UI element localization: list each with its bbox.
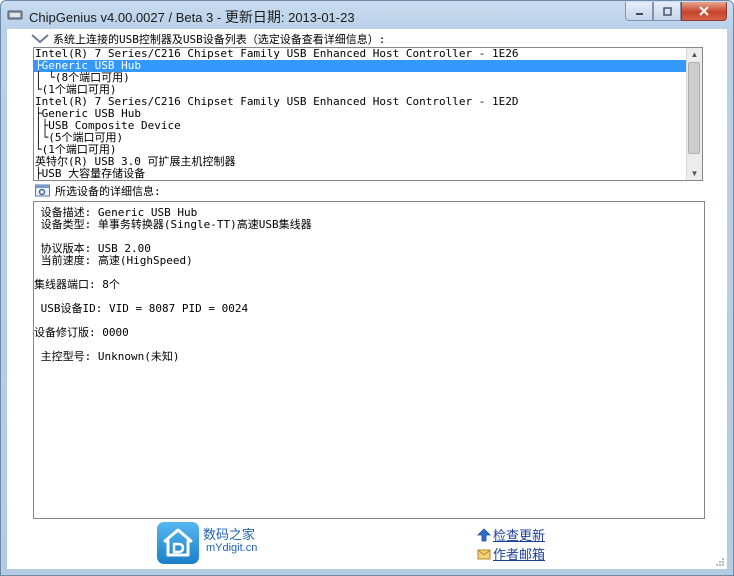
- detail-label: USB设备ID: [34, 302, 96, 315]
- title-bar[interactable]: ChipGenius v4.00.0027 / Beta 3 - 更新日期: 2…: [1, 1, 733, 29]
- detail-value: : 高速(HighSpeed): [84, 254, 193, 267]
- magnifier-window-icon: [35, 184, 50, 197]
- device-list-label: 系统上连接的USB控制器及USB设备列表（选定设备查看详细信息）:: [31, 31, 385, 47]
- resize-grip-icon[interactable]: [715, 557, 725, 567]
- detail-row: 集线器端口: 8个: [34, 276, 120, 292]
- chevron-down-icon: [31, 34, 49, 44]
- device-tree-row[interactable]: ├Generic USB Hub: [34, 60, 702, 72]
- scroll-down-arrow-icon[interactable]: ▼: [687, 167, 702, 180]
- mydigit-logo-icon[interactable]: [157, 522, 199, 564]
- detail-row: 当前速度: 高速(HighSpeed): [34, 252, 193, 268]
- detail-value: : Unknown(未知): [84, 350, 180, 363]
- footer: 数码之家 mYdigit.cn 检查更新 作者邮箱: [7, 517, 727, 569]
- detail-row: 设备类型: 单事务转换器(Single-TT)高速USB集线器: [34, 216, 312, 232]
- detail-label: 当前速度: [34, 254, 85, 267]
- author-email-link[interactable]: 作者邮箱: [477, 544, 545, 563]
- device-tree-row[interactable]: │└(5个端口可用): [34, 132, 702, 144]
- device-list-scrollbar[interactable]: ▲ ▼: [686, 48, 702, 180]
- maximize-icon: [662, 6, 672, 16]
- minimize-button[interactable]: [625, 2, 653, 21]
- check-update-link[interactable]: 检查更新: [477, 525, 545, 544]
- detail-row: 设备修订版: 0000: [34, 324, 129, 340]
- detail-value: : 0000: [89, 326, 129, 339]
- device-tree-row[interactable]: │├USB Composite Device: [34, 120, 702, 132]
- device-tree-row[interactable]: │ └(8个端口可用): [34, 72, 702, 84]
- logo-name[interactable]: 数码之家: [203, 524, 255, 543]
- window-title: ChipGenius v4.00.0027 / Beta 3 - 更新日期: 2…: [29, 9, 355, 25]
- update-arrow-icon: [477, 527, 491, 541]
- usb-app-icon: [7, 10, 23, 20]
- close-button[interactable]: [681, 2, 727, 21]
- detail-value: : VID = 8087 PID = 0024: [95, 302, 249, 315]
- device-tree-list[interactable]: Intel(R) 7 Series/C216 Chipset Family US…: [33, 47, 703, 181]
- close-icon: [699, 6, 709, 16]
- detail-label: 设备类型: [34, 218, 85, 231]
- scroll-up-arrow-icon[interactable]: ▲: [687, 48, 702, 61]
- maximize-button[interactable]: [653, 2, 681, 21]
- detail-value: : 单事务转换器(Single-TT)高速USB集线器: [84, 218, 312, 231]
- app-window: ChipGenius v4.00.0027 / Beta 3 - 更新日期: 2…: [0, 0, 734, 576]
- detail-label: 集线器端口: [34, 278, 89, 291]
- detail-value: : 8个: [89, 278, 120, 291]
- device-details-panel[interactable]: 设备描述: Generic USB Hub 设备类型: 单事务转换器(Singl…: [33, 201, 705, 519]
- detail-label: 设备修订版: [34, 326, 89, 339]
- minimize-icon: [635, 12, 643, 15]
- details-label: 所选设备的详细信息:: [35, 183, 161, 199]
- logo-url[interactable]: mYdigit.cn: [206, 542, 257, 554]
- detail-row: USB设备ID: VID = 8087 PID = 0024: [34, 300, 248, 316]
- scroll-thumb[interactable]: [688, 62, 700, 154]
- device-tree-row[interactable]: ├USB 大容量存储设备: [34, 168, 702, 180]
- detail-label: 主控型号: [34, 350, 85, 363]
- mail-icon: [477, 549, 491, 559]
- client-area: 系统上连接的USB控制器及USB设备列表（选定设备查看详细信息）: Intel(…: [7, 29, 727, 569]
- house-icon: [163, 528, 193, 557]
- detail-row: 主控型号: Unknown(未知): [34, 348, 180, 364]
